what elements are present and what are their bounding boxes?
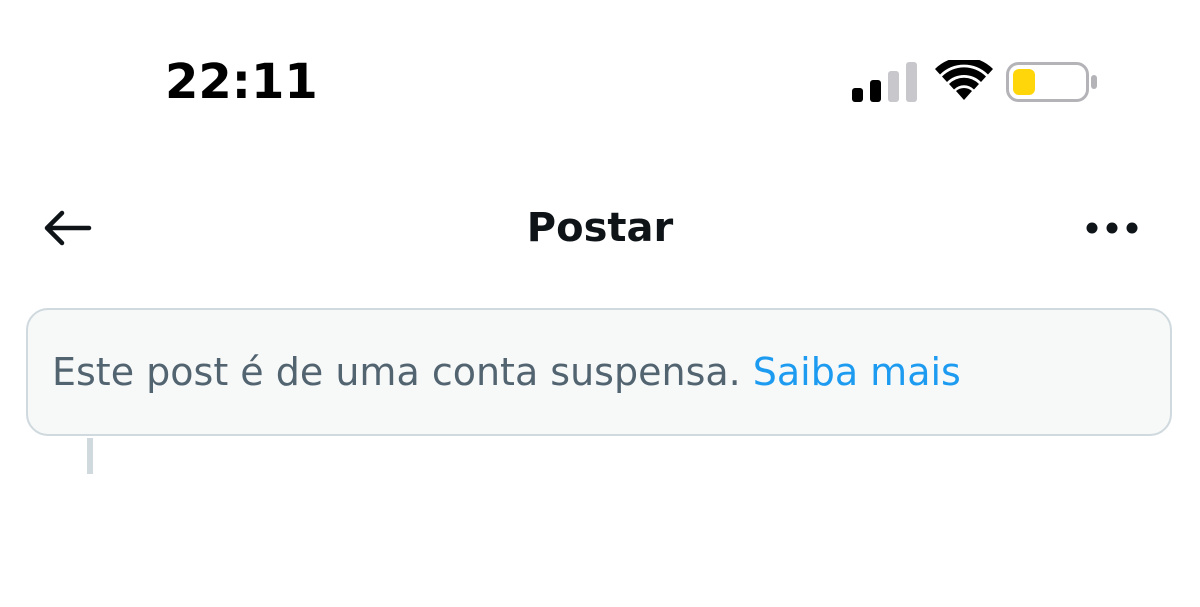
learn-more-link[interactable]: Saiba mais <box>753 350 961 394</box>
suspended-post-notice: Este post é de uma conta suspensa. Saiba… <box>26 308 1172 436</box>
wifi-icon <box>935 60 993 100</box>
battery-icon <box>1006 62 1097 102</box>
post-header: Postar <box>0 190 1200 266</box>
more-options-button[interactable] <box>1076 202 1148 254</box>
notice-text: Este post é de uma conta suspensa. <box>52 350 741 394</box>
status-time: 22:11 <box>165 54 318 110</box>
arrow-left-icon <box>44 210 92 246</box>
status-icons <box>848 58 1100 106</box>
back-button[interactable] <box>36 202 98 254</box>
page-title: Postar <box>526 205 674 251</box>
more-dots-icon <box>1086 222 1138 234</box>
cellular-signal-icon <box>852 62 917 102</box>
notice-message: Este post é de uma conta suspensa. Saiba… <box>52 310 961 434</box>
thread-connector-line <box>87 438 93 474</box>
status-bar: 22:11 <box>0 0 1200 160</box>
